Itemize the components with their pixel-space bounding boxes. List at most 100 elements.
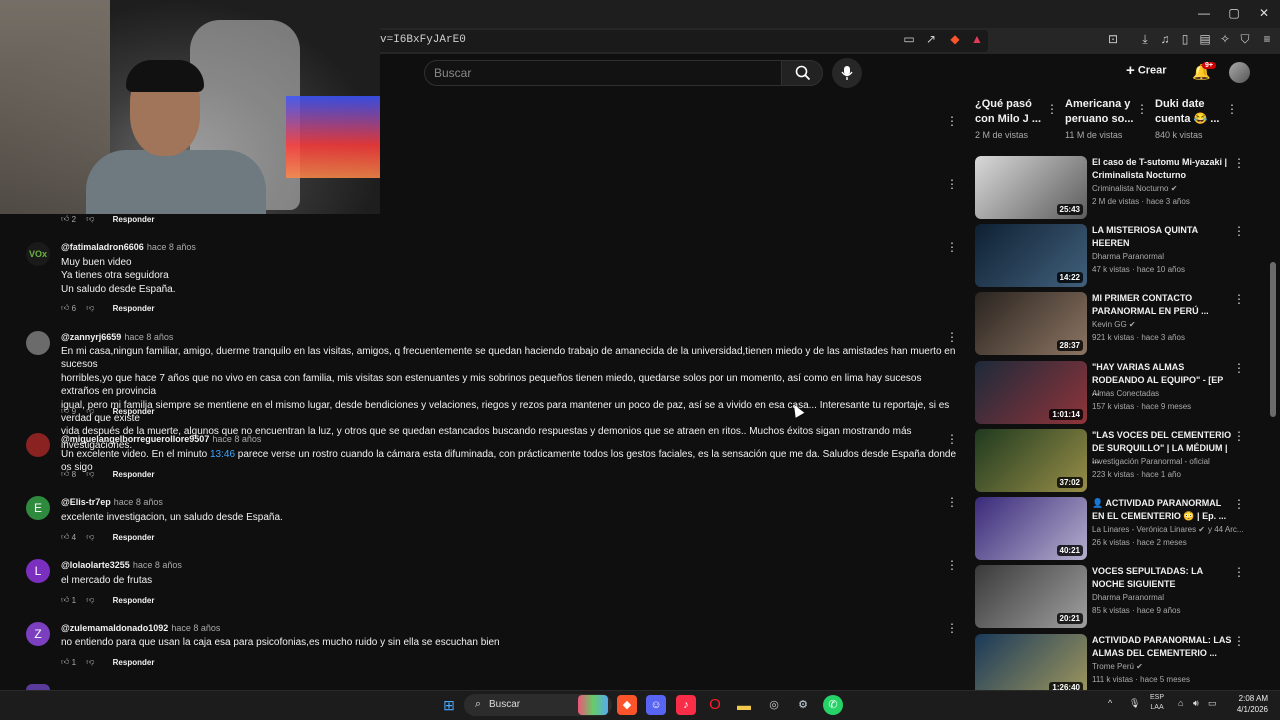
volume-icon[interactable]: 🔊︎	[1193, 698, 1199, 709]
comment-menu-icon[interactable]: ⋮	[946, 495, 958, 509]
like-icon[interactable]: 👍︎	[61, 406, 69, 416]
channel-name[interactable]: Investigación Paranormal - oficial	[1092, 457, 1210, 466]
reply-button[interactable]: Responder	[113, 407, 155, 416]
recommended-video[interactable]: 40:21 👤 ACTIVIDAD PARANORMAL EN EL CEMENT…	[975, 497, 1265, 561]
battery-icon[interactable]: ▭	[1208, 698, 1217, 709]
comment-menu-icon[interactable]: ⋮	[946, 558, 958, 572]
like-icon[interactable]: 👍︎	[61, 303, 69, 313]
comment-menu-icon[interactable]: ⋮	[946, 621, 958, 635]
scrollbar[interactable]	[1270, 262, 1276, 417]
comment-menu-icon[interactable]: ⋮	[946, 330, 958, 344]
avatar[interactable]	[26, 331, 50, 355]
reply-button[interactable]: Responder	[113, 596, 155, 605]
channel-name[interactable]: Criminalista Nocturno ✔	[1092, 184, 1177, 193]
video-thumbnail[interactable]: 1:01:14	[975, 361, 1087, 424]
avatar[interactable]	[26, 433, 50, 457]
video-menu-icon[interactable]: ⋮	[1233, 156, 1245, 170]
comment-time[interactable]: hace 8 años	[114, 497, 163, 507]
recommended-video[interactable]: 25:43 El caso de T-sutomu Mi-yazaki | Cri…	[975, 156, 1265, 220]
whatsapp-icon[interactable]: ✆	[823, 695, 843, 715]
short-title[interactable]: Americana y peruano so...	[1065, 97, 1141, 127]
opera-icon[interactable]: O	[705, 695, 725, 715]
dislike-icon[interactable]: 👎︎	[86, 214, 94, 224]
mic-tray-icon[interactable]: 🎙︎	[1129, 698, 1140, 709]
video-menu-icon[interactable]: ⋮	[1233, 497, 1245, 511]
avatar[interactable]: L	[26, 559, 50, 583]
comment-time[interactable]: hace 8 años	[124, 332, 173, 342]
video-menu-icon[interactable]: ⋮	[1233, 565, 1245, 579]
channel-name[interactable]: Almas Conectadas	[1092, 389, 1159, 398]
video-thumbnail[interactable]: 40:21	[975, 497, 1087, 560]
video-menu-icon[interactable]: ⋮	[1233, 634, 1245, 648]
video-title[interactable]: El caso de T-sutomu Mi-yazaki | Criminal…	[1092, 156, 1232, 181]
comment-menu-icon[interactable]: ⋮	[946, 114, 958, 128]
comment-author[interactable]: @fatimaladron6606 hace 8 años	[61, 242, 196, 252]
dislike-icon[interactable]: 👎︎	[86, 406, 94, 416]
wallet-icon[interactable]: ▤	[1196, 32, 1214, 50]
minimize-button[interactable]: —	[1192, 6, 1216, 20]
account-avatar[interactable]	[1229, 62, 1250, 83]
comment-author[interactable]: @zulemamaldonado1092 hace 8 años	[61, 623, 220, 633]
leo-ai-icon[interactable]: ✧	[1216, 32, 1234, 50]
channel-name[interactable]: Dharma Paranormal	[1092, 593, 1164, 602]
search-input[interactable]	[424, 60, 782, 86]
comment-author[interactable]: @zannyrj6659 hace 8 años	[61, 332, 173, 342]
comment-author[interactable]: @Elis-tr7ep hace 8 años	[61, 497, 163, 507]
maximize-button[interactable]: ▢	[1222, 6, 1246, 20]
avatar[interactable]: VOx	[26, 242, 50, 266]
video-title[interactable]: ACTIVIDAD PARANORMAL: LAS ALMAS DEL CEME…	[1092, 634, 1232, 659]
short-menu-icon[interactable]: ⋮	[1136, 102, 1148, 116]
obs-icon[interactable]: ◎	[764, 695, 784, 715]
video-thumbnail[interactable]: 14:22	[975, 224, 1087, 287]
comment-time[interactable]: hace 8 años	[171, 623, 220, 633]
cast-icon[interactable]: ▭	[900, 32, 918, 50]
reply-button[interactable]: Responder	[113, 470, 155, 479]
timestamp-link[interactable]: 13:46	[210, 449, 235, 460]
video-menu-icon[interactable]: ⋮	[1233, 224, 1245, 238]
like-icon[interactable]: 👍︎	[61, 595, 69, 605]
dislike-icon[interactable]: 👎︎	[86, 303, 94, 313]
video-menu-icon[interactable]: ⋮	[1233, 429, 1245, 443]
brave-shields-icon[interactable]: ◆	[946, 32, 964, 50]
short-title[interactable]: Duki date cuenta 😂 ...	[1155, 97, 1231, 127]
dislike-icon[interactable]: 👎︎	[86, 657, 94, 667]
recommended-video[interactable]: 37:02 "LAS VOCES DEL CEMENTERIO DE SURQUI…	[975, 429, 1265, 493]
network-icon[interactable]: ⌂	[1178, 698, 1183, 708]
video-thumbnail[interactable]: 37:02	[975, 429, 1087, 492]
music-app-icon[interactable]: ♪	[676, 695, 696, 715]
dislike-icon[interactable]: 👎︎	[86, 532, 94, 542]
address-text[interactable]: v=I6BxFyJArE0	[380, 34, 466, 46]
panel-icon[interactable]: ▯	[1176, 32, 1194, 50]
comment-time[interactable]: hace 8 años	[147, 242, 196, 252]
language-indicator[interactable]: ESP LAA	[1150, 693, 1164, 713]
download-icon[interactable]: ⤓	[1136, 32, 1154, 50]
file-explorer-icon[interactable]: ▬	[734, 695, 754, 715]
system-clock[interactable]: 2:08 AM 4/1/2026	[1232, 693, 1268, 715]
comment-menu-icon[interactable]: ⋮	[946, 432, 958, 446]
voice-search-button[interactable]	[832, 58, 862, 88]
reply-button[interactable]: Responder	[113, 533, 155, 542]
comment-author[interactable]: @miguelangelborreguerollore9507 hace 8 añ…	[61, 434, 261, 444]
channel-name[interactable]: Trome Perú ✔	[1092, 662, 1143, 671]
recommended-video[interactable]: 1:01:14 "HAY VARIAS ALMAS RODEANDO AL EQU…	[975, 361, 1265, 425]
brave-rewards-icon[interactable]: ▲	[968, 32, 986, 50]
short-title[interactable]: ¿Qué pasó con Milo J ...	[975, 97, 1051, 127]
address-bar[interactable]	[376, 30, 988, 52]
recommended-video[interactable]: 28:37 MI PRIMER CONTACTO PARANORMAL EN PE…	[975, 292, 1265, 356]
dislike-icon[interactable]: 👎︎	[86, 469, 94, 479]
short-menu-icon[interactable]: ⋮	[1046, 102, 1058, 116]
menu-icon[interactable]: ≡	[1258, 32, 1276, 50]
video-title[interactable]: LA MISTERIOSA QUINTA HEEREN	[1092, 224, 1232, 249]
video-thumbnail[interactable]: 25:43	[975, 156, 1087, 219]
video-menu-icon[interactable]: ⋮	[1233, 292, 1245, 306]
steam-icon[interactable]: ⚙	[793, 695, 813, 715]
like-icon[interactable]: 👍︎	[61, 657, 69, 667]
channel-name[interactable]: Dharma Paranormal	[1092, 252, 1164, 261]
comment-author[interactable]: @lolaolarte3255 hace 8 años	[61, 560, 182, 570]
video-thumbnail[interactable]: 20:21	[975, 565, 1087, 628]
like-icon[interactable]: 👍︎	[61, 214, 69, 224]
video-title[interactable]: 👤 ACTIVIDAD PARANORMAL EN EL CEMENTERIO …	[1092, 497, 1232, 522]
avatar[interactable]: Z	[26, 622, 50, 646]
short-menu-icon[interactable]: ⋮	[1226, 102, 1238, 116]
recommended-video[interactable]: 14:22 LA MISTERIOSA QUINTA HEEREN Dharma P…	[975, 224, 1265, 288]
